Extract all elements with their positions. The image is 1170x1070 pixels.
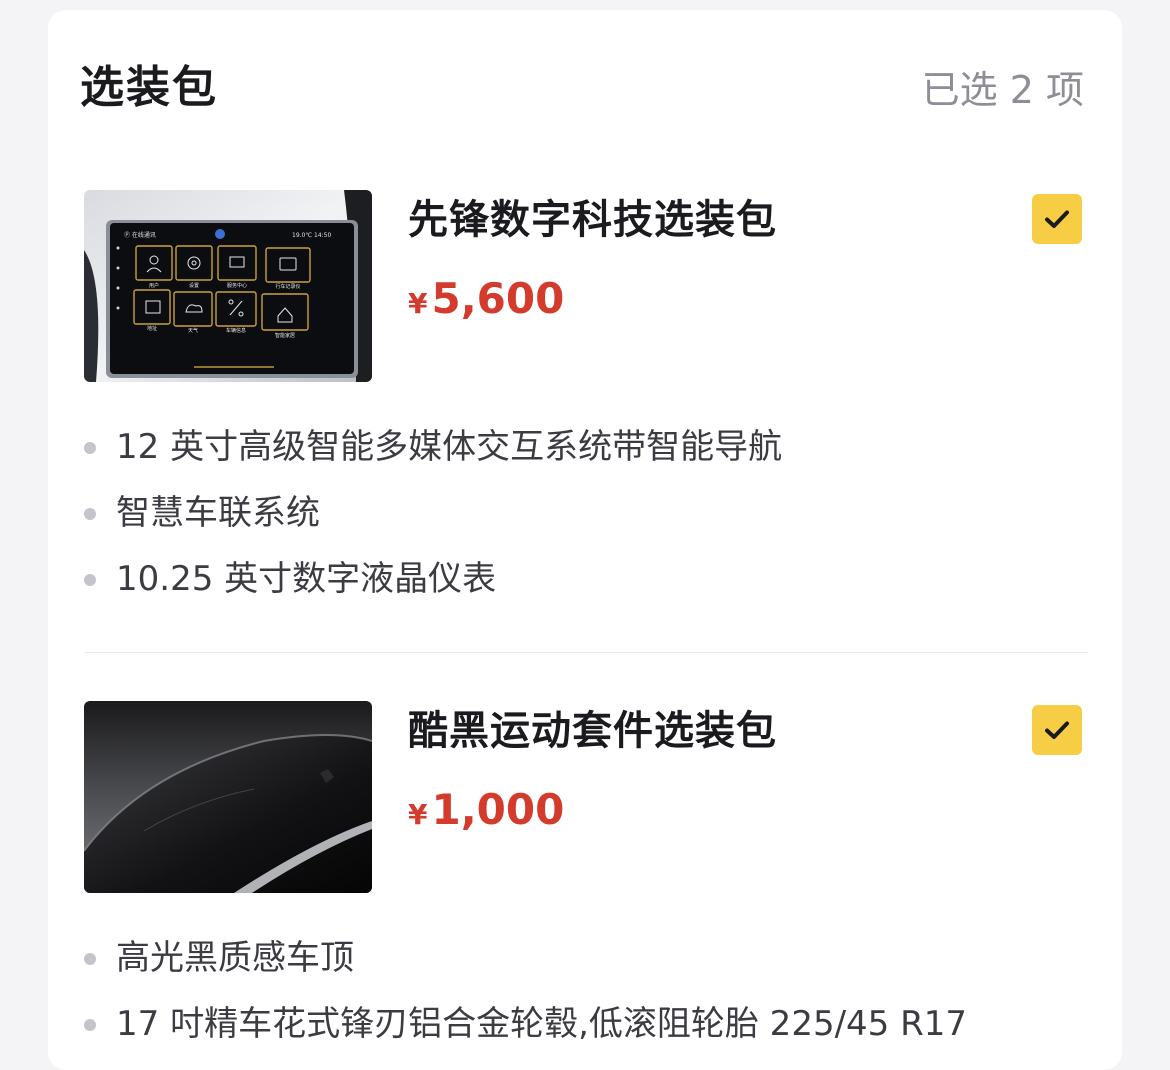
tile-label: 设置 [189,282,199,289]
price-amount: 5,600 [431,274,565,323]
package-checkbox[interactable] [1032,705,1082,755]
bullet-icon [84,442,96,454]
selected-count: 已选 2 项 [921,68,1084,112]
currency-symbol: ¥ [408,798,428,831]
feature-item: 10.25 英寸数字液晶仪表 [84,554,782,620]
option-packages-card: 选装包 已选 2 项 Ⓟ 在线通讯 19.0℃ 14:50 用户 设置 服务中心… [48,10,1122,1070]
package-checkbox[interactable] [1032,194,1082,244]
checkmark-icon [1045,721,1069,739]
screen-status-left: Ⓟ 在线通讯 [124,231,156,239]
package-name: 酷黑运动套件选装包 [408,708,777,754]
black-roof-image [84,701,372,893]
feature-item: 智慧车联系统 [84,488,782,554]
checkmark-icon [1045,210,1069,228]
screen-status-right: 19.0℃ 14:50 [292,232,331,239]
bullet-icon [84,953,96,965]
package-price: ¥1,000 [408,787,564,842]
currency-symbol: ¥ [408,287,428,320]
bullet-icon [84,574,96,586]
bullet-icon [84,1019,96,1031]
package-name: 先锋数字科技选装包 [408,197,777,243]
infotainment-screen-image: Ⓟ 在线通讯 19.0℃ 14:50 用户 设置 服务中心 行车记录仪 地址 天… [84,190,372,382]
tile-label: 智能家居 [275,332,295,339]
price-amount: 1,000 [431,785,565,834]
divider [84,652,1088,653]
tile-label: 地址 [147,325,157,332]
tile-label: 行车记录仪 [275,283,300,290]
feature-item: 17 吋精车花式锋刃铝合金轮毂,低滚阻轮胎 225/45 R17 [84,999,967,1065]
tile-label: 车辆信息 [226,327,246,334]
feature-item: 12 英寸高级智能多媒体交互系统带智能导航 [84,422,782,488]
package-price: ¥5,600 [408,276,564,331]
tile-label: 用户 [149,282,159,289]
feature-item: 高光黑质感车顶 [84,933,967,999]
section-header: 选装包 已选 2 项 [80,66,1084,126]
section-title: 选装包 [80,62,218,113]
feature-list: 12 英寸高级智能多媒体交互系统带智能导航 智慧车联系统 10.25 英寸数字液… [84,422,782,620]
bullet-icon [84,508,96,520]
tile-label: 服务中心 [227,282,247,289]
feature-list: 高光黑质感车顶 17 吋精车花式锋刃铝合金轮毂,低滚阻轮胎 225/45 R17 [84,933,967,1065]
tile-label: 天气 [188,327,198,334]
